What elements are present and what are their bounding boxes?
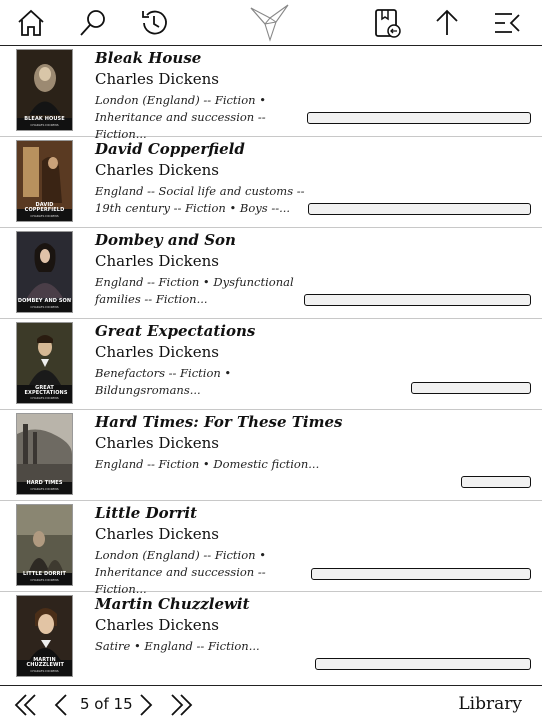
book-author: Charles Dickens	[95, 343, 219, 361]
book-row[interactable]: LITTLE DORRIT CHARLES DICKENS Little Dor…	[0, 501, 542, 596]
book-row[interactable]: MARTIN CHUZZLEWIT CHARLES DICKENS Martin…	[0, 592, 542, 683]
book-row[interactable]: DAVID COPPERFIELD CHARLES DICKENS David …	[0, 137, 542, 228]
reading-progress-bar	[307, 112, 531, 124]
book-subjects: England -- Fiction • Dysfunctional famil…	[95, 275, 294, 306]
cover-author: CHARLES DICKENS	[30, 487, 59, 491]
next-page-icon[interactable]	[131, 690, 161, 720]
app-logo	[248, 2, 292, 42]
book-cover: LITTLE DORRIT CHARLES DICKENS	[17, 505, 72, 585]
book-title[interactable]: Dombey and Son	[95, 231, 236, 249]
book-row[interactable]: BLEAK HOUSE CHARLES DICKENS Bleak House …	[0, 46, 542, 141]
home-icon[interactable]	[15, 7, 47, 39]
reading-progress-bar	[304, 294, 531, 306]
book-row[interactable]: HARD TIMES CHARLES DICKENS Hard Times: F…	[0, 410, 542, 501]
book-author: Charles Dickens	[95, 70, 219, 88]
reading-progress-bar	[411, 382, 531, 394]
book-subjects: Benefactors -- Fiction • Bildungsromans.…	[95, 366, 232, 397]
cover-title: BLEAK HOUSE	[24, 116, 65, 122]
cover-author: CHARLES DICKENS	[30, 305, 59, 309]
cover-title: HARD TIMES	[26, 480, 63, 486]
book-title[interactable]: Martin Chuzzlewit	[95, 595, 250, 613]
book-cover: MARTIN CHUZZLEWIT CHARLES DICKENS	[17, 596, 72, 676]
cover-title: GREAT EXPECTATIONS	[24, 385, 68, 396]
last-page-icon[interactable]	[167, 690, 197, 720]
bookmark-back-icon[interactable]	[371, 7, 403, 39]
cover-author: CHARLES DICKENS	[30, 214, 59, 218]
first-page-icon[interactable]	[10, 690, 40, 720]
book-title[interactable]: David Copperfield	[95, 140, 245, 158]
book-subjects: Satire • England -- Fiction...	[95, 639, 260, 653]
book-cover: HARD TIMES CHARLES DICKENS	[17, 414, 72, 494]
bottom-navigation-bar: 5 of 15 Library	[0, 685, 542, 724]
book-cover: BLEAK HOUSE CHARLES DICKENS	[17, 50, 72, 130]
cover-title: MARTIN CHUZZLEWIT	[26, 657, 65, 668]
book-list: BLEAK HOUSE CHARLES DICKENS Bleak House …	[0, 46, 542, 683]
book-author: Charles Dickens	[95, 161, 219, 179]
reading-progress-bar	[308, 203, 531, 215]
previous-page-icon[interactable]	[46, 690, 76, 720]
book-subjects: England -- Fiction • Domestic fiction...	[95, 457, 320, 471]
book-cover: DAVID COPPERFIELD CHARLES DICKENS	[17, 141, 72, 221]
book-cover: GREAT EXPECTATIONS CHARLES DICKENS	[17, 323, 72, 403]
cover-title: LITTLE DORRIT	[23, 571, 66, 577]
menu-collapse-icon[interactable]	[492, 7, 524, 39]
book-author: Charles Dickens	[95, 434, 219, 452]
up-arrow-icon[interactable]	[431, 7, 463, 39]
book-cover: DOMBEY AND SON CHARLES DICKENS	[17, 232, 72, 312]
book-author: Charles Dickens	[95, 616, 219, 634]
book-author: Charles Dickens	[95, 525, 219, 543]
cover-author: CHARLES DICKENS	[30, 396, 59, 400]
cover-author: CHARLES DICKENS	[30, 123, 59, 127]
book-subjects: England -- Social life and customs -- 19…	[95, 184, 305, 215]
cover-title: DOMBEY AND SON	[17, 298, 72, 304]
book-author: Charles Dickens	[95, 252, 219, 270]
book-title[interactable]: Bleak House	[95, 49, 201, 67]
cover-author: CHARLES DICKENS	[30, 669, 59, 673]
reading-progress-bar	[461, 476, 531, 488]
page-indicator[interactable]: 5 of 15	[80, 695, 133, 713]
book-title[interactable]: Little Dorrit	[95, 504, 197, 522]
book-title[interactable]: Hard Times: For These Times	[95, 413, 343, 431]
book-subjects: London (England) -- Fiction • Inheritanc…	[95, 93, 267, 141]
book-title[interactable]: Great Expectations	[95, 322, 255, 340]
history-icon[interactable]	[138, 7, 170, 39]
book-row[interactable]: DOMBEY AND SON CHARLES DICKENS Dombey an…	[0, 228, 542, 319]
reading-progress-bar	[315, 658, 531, 670]
book-row[interactable]: GREAT EXPECTATIONS CHARLES DICKENS Great…	[0, 319, 542, 410]
cover-title: DAVID COPPERFIELD	[24, 202, 65, 213]
cover-author: CHARLES DICKENS	[30, 578, 59, 582]
library-button[interactable]: Library	[458, 694, 522, 714]
book-subjects: London (England) -- Fiction • Inheritanc…	[95, 548, 267, 596]
top-toolbar	[0, 0, 542, 46]
search-icon[interactable]	[77, 7, 109, 39]
reading-progress-bar	[311, 568, 531, 580]
